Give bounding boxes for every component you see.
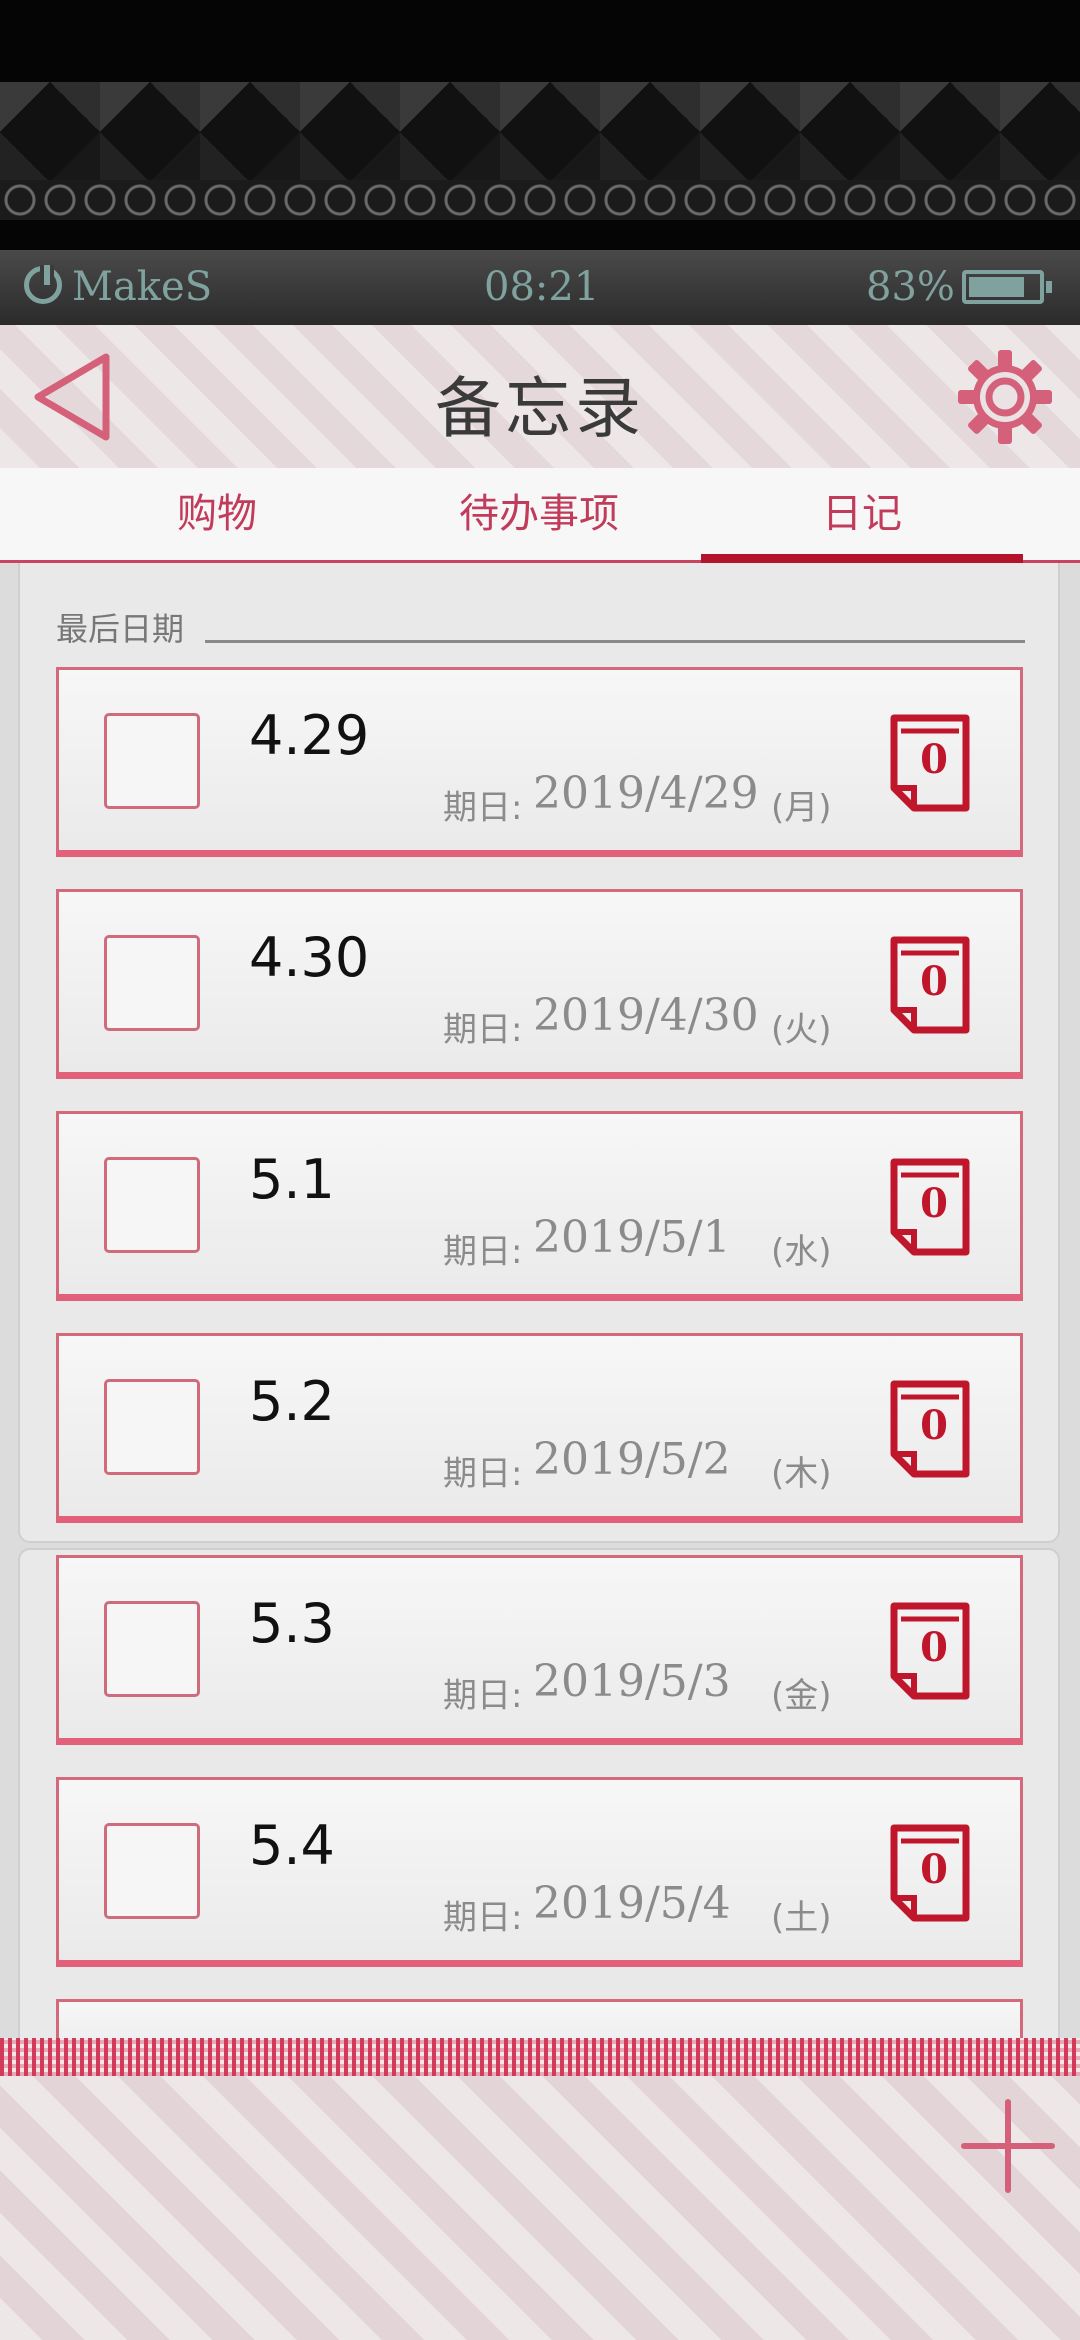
entry-list[interactable]: 最后日期 4.29 期日: 2019/4/29 (月) 0 4.30 期日: 2… (0, 563, 1080, 2038)
plus-icon (961, 2099, 1055, 2193)
entry-weekday: (水) (771, 1232, 832, 1272)
entry-weekday: (月) (771, 788, 832, 828)
date-label: 期日: (443, 1454, 523, 1494)
entry-date: 2019/5/1 (533, 1212, 731, 1263)
entry-date: 2019/5/4 (533, 1878, 731, 1929)
status-strip: MakeS 08:21 83% (0, 250, 1080, 325)
section-divider (205, 640, 1025, 643)
list-item[interactable]: 5.1 期日: 2019/5/1 (水) 0 (56, 1111, 1023, 1301)
page-title: 备忘录 (435, 370, 645, 447)
entry-checkbox[interactable] (104, 1379, 200, 1475)
battery-fill (969, 277, 1025, 297)
entry-checkbox[interactable] (104, 1157, 200, 1253)
note-count: 0 (920, 736, 948, 783)
gear-icon (958, 350, 1052, 444)
list-item[interactable]: 5.2 期日: 2019/5/2 (木) 0 (56, 1333, 1023, 1523)
clock: 08:21 (484, 264, 600, 310)
date-label: 期日: (443, 1232, 523, 1272)
decorative-lace (0, 180, 1080, 220)
carrier-label: MakeS (72, 264, 213, 310)
tab-bar: 购物 待办事项 日记 (0, 468, 1080, 563)
entry-title: 5.3 (249, 1592, 335, 1655)
settings-button[interactable] (955, 347, 1055, 447)
entry-title: 5.1 (249, 1148, 335, 1211)
date-label: 期日: (443, 1676, 523, 1716)
entry-weekday: (木) (771, 1454, 832, 1494)
app-header: 备忘录 (0, 325, 1080, 468)
list-item[interactable]: 4.29 期日: 2019/4/29 (月) 0 (56, 667, 1023, 857)
entry-weekday: (土) (771, 1898, 832, 1938)
note-count: 0 (920, 958, 948, 1005)
note-count: 0 (920, 1402, 948, 1449)
section-label: 最后日期 (56, 610, 185, 648)
entry-date: 2019/5/3 (533, 1656, 731, 1707)
status-bar: MakeS 08:21 83% (0, 0, 1080, 325)
note-count: 0 (920, 1180, 948, 1227)
note-count: 0 (920, 1846, 948, 1893)
tab-shopping[interactable]: 购物 (56, 468, 378, 560)
note-count: 0 (920, 1624, 948, 1671)
power-icon (24, 265, 62, 304)
entry-checkbox[interactable] (104, 713, 200, 809)
entry-title: 5.4 (249, 1814, 335, 1877)
entry-checkbox[interactable] (104, 1823, 200, 1919)
entry-checkbox[interactable] (104, 935, 200, 1031)
list-item[interactable]: 5.4 期日: 2019/5/4 (土) 0 (56, 1777, 1023, 1967)
list-item[interactable] (56, 1999, 1023, 2038)
add-button[interactable] (958, 2096, 1058, 2196)
entry-title: 5.2 (249, 1370, 335, 1433)
entry-title: 4.30 (249, 926, 370, 989)
bottom-bar (0, 2076, 1080, 2340)
entry-date: 2019/5/2 (533, 1434, 731, 1485)
entry-title: 4.29 (249, 704, 370, 767)
list-item[interactable]: 5.3 期日: 2019/5/3 (金) 0 (56, 1555, 1023, 1745)
date-label: 期日: (443, 1010, 523, 1050)
date-label: 期日: (443, 788, 523, 828)
battery-percent: 83% (866, 264, 955, 310)
date-label: 期日: (443, 1898, 523, 1938)
tab-diary[interactable]: 日记 (701, 468, 1023, 563)
decorative-stripe (0, 2038, 1080, 2076)
entry-date: 2019/4/30 (533, 990, 759, 1041)
tab-todo[interactable]: 待办事项 (378, 468, 700, 560)
entry-date: 2019/4/29 (533, 768, 759, 819)
list-item[interactable]: 4.30 期日: 2019/4/30 (火) 0 (56, 889, 1023, 1079)
battery-icon (962, 270, 1052, 304)
decorative-studs (0, 82, 1080, 182)
entry-weekday: (金) (771, 1676, 832, 1716)
entry-checkbox[interactable] (104, 1601, 200, 1697)
entry-weekday: (火) (771, 1010, 832, 1050)
